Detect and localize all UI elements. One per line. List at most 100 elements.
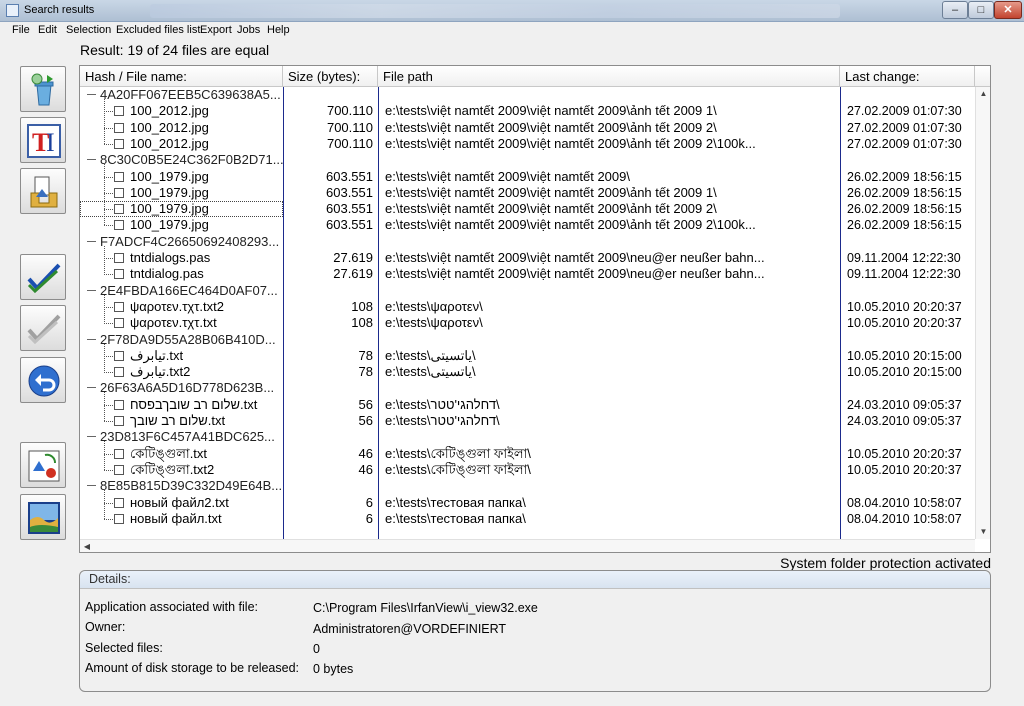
file-name: 100_2012.jpg [130,103,209,118]
column-header-name[interactable]: Hash / File name: [80,66,283,87]
vertical-scrollbar[interactable]: ▲ ▼ [975,87,990,539]
file-row[interactable]: تیابرف.txt 78 e:\tests\یاتسیتی\ 10.05.2010 … [80,348,975,364]
window-title: Search results [24,4,95,16]
scroll-up-icon[interactable]: ▲ [976,87,991,101]
file-row[interactable]: tntdialogs.pas 27.619 e:\tests\việt namtết… [80,250,975,266]
file-path: e:\tests\কেটিঙ্গুলা ফাইলা\ [385,462,531,477]
file-date: 27.02.2009 01:07:30 [847,137,962,151]
menu-selection[interactable]: Selection [66,24,111,36]
background-blur [150,4,840,18]
move-files-button[interactable] [20,168,66,214]
scroll-left-icon[interactable]: ◀ [80,540,94,553]
move-files-icon [30,176,58,208]
file-name: ψαροτεν.τχτ.txt2 [130,299,224,314]
file-row[interactable]: שלום רב שובך.txt 56 e:\tests\דחלהגי'טטר\ 24… [80,413,975,429]
tree-line [104,490,105,519]
file-size: 108 [351,315,373,330]
tree-line [104,441,105,470]
group-row[interactable]: 2E4FBDA166EC464D0AF07... [80,283,975,299]
file-row[interactable]: কেটিঙ্গুলা.txt 46 e:\tests\কেটিঙ্গুলা ফাইল… [80,446,975,462]
group-row[interactable]: F7ADCF4C26650692408293... [80,234,975,250]
group-hash: 2E4FBDA166EC464D0AF07... [80,283,283,299]
file-row[interactable]: ψαροτεν.τχτ.txt2 108 e:\tests\ψαροτεν\ 10.0… [80,299,975,315]
uncheck-all-button[interactable] [20,305,66,351]
file-size: 700.110 [326,103,373,118]
file-name: تیابرف.txt2 [130,364,191,379]
details-value-app: C:\Program Files\IrfanView\i_view32.exe [313,601,538,615]
group-row[interactable]: 4A20FF067EEB5C639638A5... [80,87,975,103]
column-header-path[interactable]: File path [378,66,840,87]
file-row[interactable]: 100_2012.jpg 700.110 e:\tests\việt namtết … [80,103,975,119]
file-date: 24.03.2010 09:05:37 [847,398,962,412]
details-value-storage: 0 bytes [313,662,354,676]
file-row[interactable]: 100_2012.jpg 700.110 e:\tests\việt namtết … [80,120,975,136]
file-date: 27.02.2009 01:07:30 [847,121,962,135]
details-label-app: Application associated with file: [85,600,259,614]
undo-button[interactable] [20,357,66,403]
file-date: 08.04.2010 10:58:07 [847,512,962,526]
column-header-date[interactable]: Last change: [840,66,975,87]
group-row[interactable]: 26F63A6A5D16D778D623B... [80,380,975,396]
tree-line [104,392,105,421]
file-size: 78 [358,364,373,379]
uncheck-all-icon [27,314,61,345]
group-hash: 23D813F6C457A41BDC625... [80,429,283,445]
file-row[interactable]: 100_1979.jpg 603.551 e:\tests\việt namtết … [80,217,975,233]
file-row[interactable]: 100_2012.jpg 700.110 e:\tests\việt namtết … [80,136,975,152]
file-row[interactable]: 100_1979.jpg 603.551 e:\tests\việt namtết … [80,185,975,201]
recycle-bin-icon [31,73,54,106]
details-value-owner: Administratoren@VORDEFINIERT [313,622,507,636]
file-path: e:\tests\דחלהגי'טטר\ [385,397,500,412]
file-row[interactable]: تیابرف.txt2 78 e:\tests\یاتسیتی\ 10.05.2010… [80,364,975,380]
rename-button[interactable]: T I [20,117,66,163]
file-size: 46 [358,462,373,477]
file-date: 08.04.2010 10:58:07 [847,496,962,510]
file-row[interactable]: 100_1979.jpg 603.551 e:\tests\việt namtết … [80,201,975,217]
file-size: 603.551 [326,169,373,184]
file-row[interactable]: কেটিঙ্গুলা.txt2 46 e:\tests\কেটিঙ্গুলা ফাই… [80,462,975,478]
file-row[interactable]: שלום רב שובךבפסח.txt 56 e:\tests\דחלהגי'טט… [80,397,975,413]
file-size: 603.551 [326,201,373,216]
file-size: 27.619 [333,250,373,265]
file-name: تیابرف.txt [130,348,184,363]
column-header-size[interactable]: Size (bytes): [283,66,378,87]
file-row[interactable]: tntdialog.pas 27.619 e:\tests\việt namtết … [80,266,975,282]
file-row[interactable]: новый файл.txt 6 e:\tests\тестовая папка\ 0… [80,511,975,527]
close-button[interactable]: ✕ [994,1,1022,19]
group-row[interactable]: 8E85B815D39C332D49E64B... [80,478,975,494]
menu-file[interactable]: File [12,24,30,36]
shapes-button[interactable] [20,442,66,488]
horizontal-scrollbar[interactable]: ◀ [80,539,975,552]
menu-jobs[interactable]: Jobs [237,24,260,36]
delete-to-recycle-bin-button[interactable] [20,66,66,112]
file-row[interactable]: ψαροτεν.τχτ.txt 108 e:\tests\ψαροτεν\ 10.05… [80,315,975,331]
group-row[interactable]: 2F78DA9D55A28B06B410D... [80,332,975,348]
group-row[interactable]: 23D813F6C457A41BDC625... [80,429,975,445]
file-name: новый файл.txt [130,511,222,526]
scroll-down-icon[interactable]: ▼ [976,525,991,539]
menu-edit[interactable]: Edit [38,24,57,36]
file-row[interactable]: новый файл2.txt 6 e:\tests\тестовая папка\… [80,495,975,511]
details-label-owner: Owner: [85,620,126,634]
file-path: e:\tests\việt namtết 2009\việt namtết 20… [385,120,717,135]
file-name: ψαροτεν.τχτ.txt [130,315,217,330]
tree-line [104,246,105,275]
menu-help[interactable]: Help [267,24,290,36]
menu-export[interactable]: Export [200,24,232,36]
file-size: 603.551 [326,217,373,232]
group-row[interactable]: 8C30C0B5E24C362F0B2D71... [80,152,975,168]
minimize-button[interactable]: – [942,1,968,19]
file-row[interactable]: 100_1979.jpg 603.551 e:\tests\việt namtết … [80,169,975,185]
file-path: e:\tests\ψαροτεν\ [385,299,483,314]
file-date: 26.02.2009 18:56:15 [847,170,962,184]
file-date: 09.11.2004 12:22:30 [847,267,961,281]
maximize-button[interactable]: □ [968,1,994,19]
file-name: новый файл2.txt [130,495,229,510]
file-name: 100_1979.jpg [130,217,209,232]
check-all-button[interactable] [20,254,66,300]
results-list[interactable]: Hash / File name: Size (bytes): File pat… [79,65,991,553]
group-hash: 4A20FF067EEB5C639638A5... [80,87,283,103]
details-value-selected: 0 [313,642,320,656]
image-preview-button[interactable] [20,494,66,540]
menu-excluded-files[interactable]: Excluded files list [116,24,200,36]
